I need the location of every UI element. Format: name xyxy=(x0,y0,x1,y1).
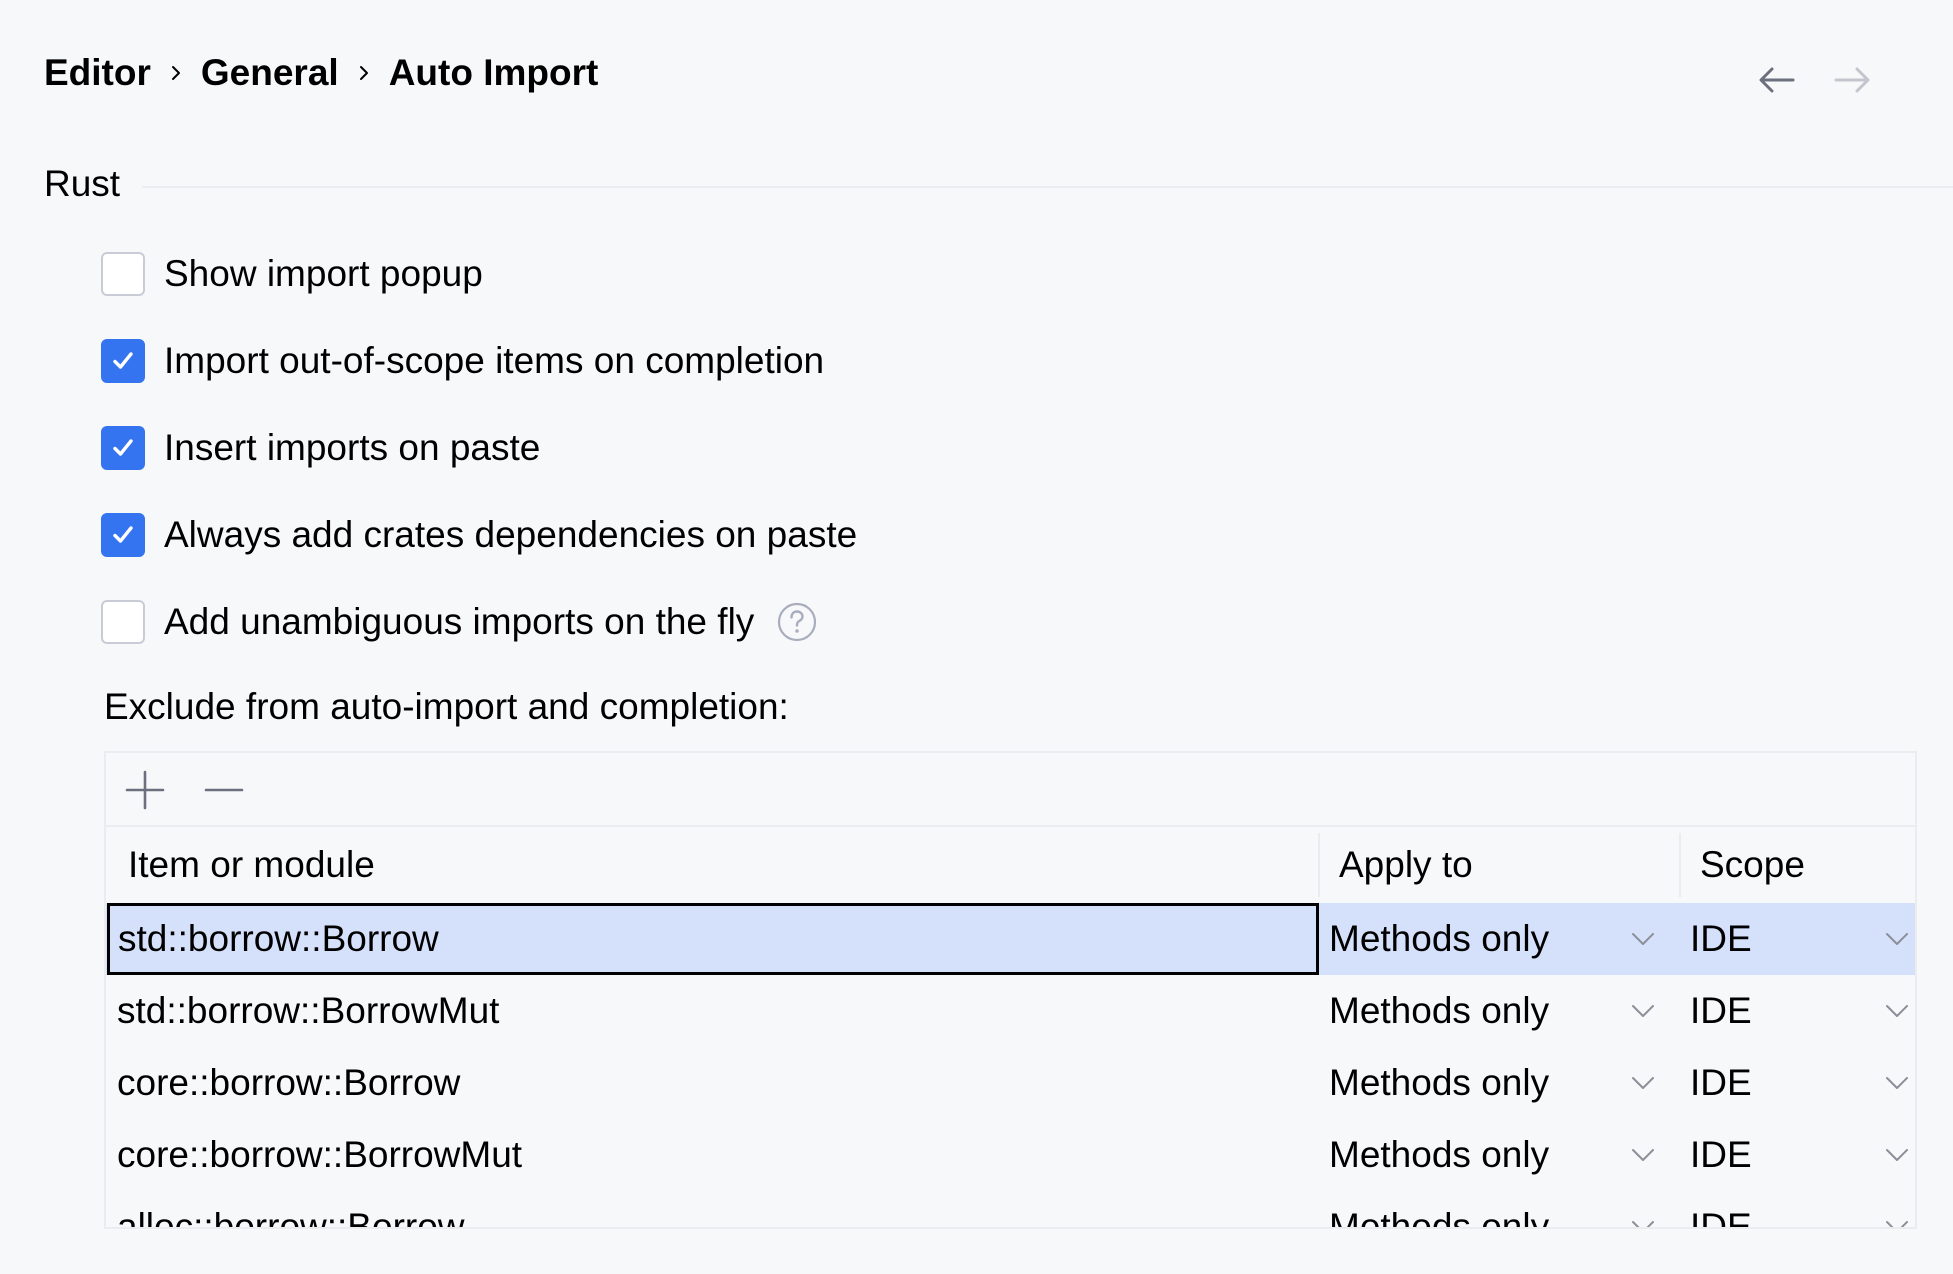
scope-value: IDE xyxy=(1690,1134,1752,1175)
column-separator[interactable] xyxy=(1679,833,1681,897)
scope-dropdown[interactable]: IDE xyxy=(1679,975,1915,1047)
option-label: Show import popup xyxy=(164,253,483,294)
option-insert-imports-on-paste[interactable]: Insert imports on paste xyxy=(101,425,540,471)
checkmark-icon xyxy=(113,352,133,369)
chevron-right-icon xyxy=(159,48,193,98)
section-title-rust: Rust xyxy=(44,163,121,204)
table-row[interactable]: std::borrow::Borrow Methods only IDE xyxy=(106,903,1915,975)
column-header-item[interactable]: Item or module xyxy=(128,827,375,903)
scope-dropdown[interactable]: IDE xyxy=(1679,1191,1915,1227)
apply-to-dropdown[interactable]: Methods only xyxy=(1318,903,1679,975)
option-show-import-popup[interactable]: Show import popup xyxy=(101,251,483,297)
apply-to-dropdown[interactable]: Methods only xyxy=(1318,1047,1679,1119)
breadcrumb-item-auto-import: Auto Import xyxy=(388,52,599,93)
option-add-unambiguous-imports[interactable]: Add unambiguous imports on the fly xyxy=(101,599,818,645)
chevron-down-icon xyxy=(1886,1221,1908,1227)
option-label: Insert imports on paste xyxy=(164,427,541,468)
chevron-right-icon xyxy=(347,48,381,98)
table-row[interactable]: std::borrow::BorrowMut Methods only IDE xyxy=(106,975,1915,1047)
chevron-down-icon xyxy=(1632,1005,1654,1017)
minus-icon xyxy=(204,788,244,792)
arrow-left-icon xyxy=(1759,67,1795,93)
chevron-down-icon xyxy=(1886,933,1908,945)
scope-value: IDE xyxy=(1690,918,1752,959)
apply-to-value: Methods only xyxy=(1329,990,1550,1031)
scope-value: IDE xyxy=(1690,990,1752,1031)
table-toolbar xyxy=(106,753,1915,827)
option-import-out-of-scope[interactable]: Import out-of-scope items on completion xyxy=(101,338,824,384)
checkbox-checked[interactable] xyxy=(101,339,145,383)
apply-to-dropdown[interactable]: Methods only xyxy=(1318,1191,1679,1227)
back-button[interactable] xyxy=(1755,62,1799,98)
arrow-right-icon xyxy=(1834,67,1870,93)
apply-to-value: Methods only xyxy=(1329,918,1550,959)
breadcrumb-item-editor[interactable]: Editor xyxy=(44,52,151,94)
column-separator[interactable] xyxy=(1318,833,1320,897)
chevron-down-icon xyxy=(1632,933,1654,945)
column-header-apply-to[interactable]: Apply to xyxy=(1339,827,1473,903)
section-divider xyxy=(142,186,1953,188)
apply-to-value: Methods only xyxy=(1329,1134,1550,1175)
table-row[interactable]: core::borrow::BorrowMut Methods only IDE xyxy=(106,1119,1915,1191)
forward-button[interactable] xyxy=(1830,62,1874,98)
cell-item[interactable]: core::borrow::BorrowMut xyxy=(106,1119,1318,1191)
scope-value: IDE xyxy=(1690,1206,1752,1227)
breadcrumb: Editor General Auto Import xyxy=(44,48,598,98)
remove-button[interactable] xyxy=(201,767,247,813)
exclude-label: Exclude from auto-import and completion: xyxy=(104,686,789,727)
exclude-table: Item or module Apply to Scope std::borro… xyxy=(104,751,1917,1229)
table-header: Item or module Apply to Scope xyxy=(106,827,1915,903)
chevron-down-icon xyxy=(1886,1149,1908,1161)
table-row[interactable]: core::borrow::Borrow Methods only IDE xyxy=(106,1047,1915,1119)
chevron-down-icon xyxy=(1886,1005,1908,1017)
option-label: Add unambiguous imports on the fly xyxy=(164,601,755,642)
question-circle-icon[interactable] xyxy=(776,601,818,643)
option-label: Always add crates dependencies on paste xyxy=(164,514,858,555)
table-row[interactable]: alloc::borrow::Borrow Methods only IDE xyxy=(106,1191,1915,1227)
table-body: std::borrow::Borrow Methods only IDE std… xyxy=(106,903,1915,1227)
breadcrumb-item-general[interactable]: General xyxy=(201,52,339,94)
checkmark-icon xyxy=(113,526,133,543)
checkmark-icon xyxy=(113,439,133,456)
scope-dropdown[interactable]: IDE xyxy=(1679,903,1915,975)
cell-item[interactable]: core::borrow::Borrow xyxy=(106,1047,1318,1119)
cell-item[interactable]: std::borrow::Borrow xyxy=(107,903,1319,975)
chevron-down-icon xyxy=(1632,1077,1654,1089)
add-button[interactable] xyxy=(122,767,168,813)
plus-icon xyxy=(125,770,165,810)
option-label: Import out-of-scope items on completion xyxy=(164,340,825,381)
checkbox-unchecked[interactable] xyxy=(101,600,145,644)
chevron-down-icon xyxy=(1632,1221,1654,1227)
column-header-scope[interactable]: Scope xyxy=(1700,827,1805,903)
apply-to-value: Methods only xyxy=(1329,1206,1550,1227)
scope-dropdown[interactable]: IDE xyxy=(1679,1119,1915,1191)
checkbox-unchecked[interactable] xyxy=(101,252,145,296)
option-add-crates-dependencies[interactable]: Always add crates dependencies on paste xyxy=(101,512,857,558)
scope-value: IDE xyxy=(1690,1062,1752,1103)
checkbox-checked[interactable] xyxy=(101,513,145,557)
chevron-down-icon xyxy=(1632,1149,1654,1161)
apply-to-dropdown[interactable]: Methods only xyxy=(1318,1119,1679,1191)
cell-item[interactable]: std::borrow::BorrowMut xyxy=(106,975,1318,1047)
apply-to-value: Methods only xyxy=(1329,1062,1550,1103)
cell-item[interactable]: alloc::borrow::Borrow xyxy=(106,1191,1318,1227)
chevron-down-icon xyxy=(1886,1077,1908,1089)
checkbox-checked[interactable] xyxy=(101,426,145,470)
apply-to-dropdown[interactable]: Methods only xyxy=(1318,975,1679,1047)
scope-dropdown[interactable]: IDE xyxy=(1679,1047,1915,1119)
